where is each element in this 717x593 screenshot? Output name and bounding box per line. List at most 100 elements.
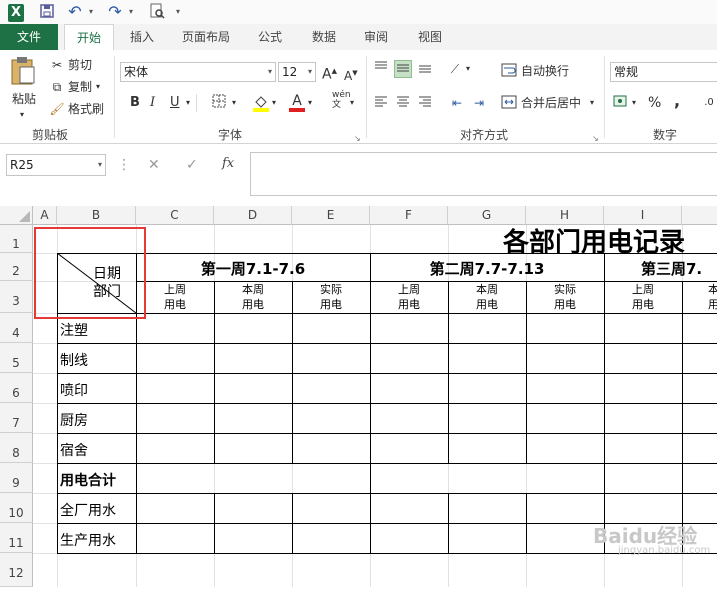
- row-header-9[interactable]: 9: [0, 463, 33, 493]
- print-preview-icon[interactable]: [148, 3, 166, 21]
- row-header-5[interactable]: 5: [0, 343, 33, 373]
- column-header-j[interactable]: [682, 206, 717, 225]
- wrap-text-icon[interactable]: [500, 62, 518, 80]
- customize-toolbar-icon[interactable]: ▾: [172, 3, 184, 21]
- cancel-icon[interactable]: ✕: [148, 156, 160, 174]
- formula-input[interactable]: [250, 152, 717, 196]
- quick-access-toolbar: X ↶ ▾ ↷ ▾ ▾: [0, 0, 717, 24]
- row-header-11[interactable]: 11: [0, 523, 33, 553]
- redo-icon[interactable]: ↷: [106, 3, 124, 21]
- align-right-icon[interactable]: [416, 94, 434, 112]
- undo-icon[interactable]: ↶: [66, 3, 84, 21]
- column-header-f[interactable]: F: [370, 206, 448, 225]
- table-border: [57, 373, 717, 374]
- column-header-b[interactable]: B: [57, 206, 136, 225]
- merge-center-button[interactable]: 合并后居中: [521, 94, 581, 112]
- row-header-3[interactable]: 3: [0, 281, 33, 313]
- grow-font-icon[interactable]: A▲: [322, 62, 337, 84]
- percent-style-button[interactable]: %: [648, 94, 661, 112]
- tab-page-layout[interactable]: 页面布局: [174, 24, 238, 50]
- tab-file[interactable]: 文件: [0, 24, 58, 50]
- tab-data[interactable]: 数据: [302, 24, 346, 50]
- last-week-usage-header: 上周 用电: [164, 283, 186, 311]
- name-box[interactable]: R25 ▾: [6, 154, 106, 176]
- copy-icon[interactable]: ⧉: [48, 78, 66, 96]
- increase-decimal-icon[interactable]: .0: [700, 94, 717, 112]
- column-header-c[interactable]: C: [136, 206, 214, 225]
- cut-button[interactable]: 剪切: [68, 56, 92, 74]
- accounting-format-icon[interactable]: [612, 94, 630, 112]
- align-top-icon[interactable]: [372, 60, 390, 78]
- last-week-usage-header: 上周 用电: [398, 283, 420, 311]
- select-all-corner[interactable]: [0, 206, 33, 225]
- worksheet-grid[interactable]: 日期 部门 各部门用电记录 第一周7.1-7.6 第二周7.7-7.13 第三周…: [33, 225, 717, 587]
- merge-center-icon[interactable]: [500, 94, 518, 112]
- italic-button[interactable]: I: [150, 94, 155, 112]
- formula-bar-grip-icon: ⋮: [117, 157, 131, 173]
- align-bottom-icon[interactable]: [416, 60, 434, 78]
- accounting-dropdown-icon[interactable]: ▾: [632, 94, 636, 112]
- row-header-10[interactable]: 10: [0, 493, 33, 523]
- insert-function-icon[interactable]: fx: [222, 155, 234, 173]
- format-painter-icon[interactable]: 🖌: [48, 100, 66, 118]
- copy-dropdown-icon[interactable]: ▾: [96, 78, 100, 96]
- comma-style-button[interactable]: ,: [674, 92, 680, 110]
- tab-view[interactable]: 视图: [408, 24, 452, 50]
- font-color-icon[interactable]: A: [288, 92, 306, 112]
- align-center-icon[interactable]: [394, 94, 412, 112]
- this-week-usage-header-partial-2: 用: [708, 298, 717, 311]
- tab-insert[interactable]: 插入: [120, 24, 164, 50]
- dept-cell: 制线: [60, 353, 88, 369]
- shrink-font-icon[interactable]: A▼: [344, 64, 358, 85]
- orientation-dropdown-icon[interactable]: ▾: [466, 60, 470, 78]
- row-header-4[interactable]: 4: [0, 313, 33, 343]
- row-header-2[interactable]: 2: [0, 253, 33, 281]
- save-icon[interactable]: [38, 3, 56, 21]
- tab-review[interactable]: 审阅: [354, 24, 398, 50]
- enter-icon[interactable]: ✓: [186, 156, 198, 174]
- underline-button[interactable]: U: [170, 94, 180, 112]
- row-header-6[interactable]: 6: [0, 373, 33, 403]
- font-name-select[interactable]: 宋体 ▾: [120, 62, 276, 82]
- column-header-d[interactable]: D: [214, 206, 292, 225]
- phonetic-guide-icon[interactable]: wén 文: [332, 90, 351, 110]
- borders-icon[interactable]: [210, 94, 228, 112]
- align-left-icon[interactable]: [372, 94, 390, 112]
- paste-icon[interactable]: [10, 56, 40, 90]
- underline-dropdown-icon[interactable]: ▾: [186, 94, 190, 112]
- orientation-icon[interactable]: ⟋: [446, 60, 464, 78]
- cut-icon[interactable]: ✂: [48, 56, 66, 74]
- increase-indent-icon[interactable]: ⇥: [470, 94, 488, 112]
- production-water-cell: 生产用水: [60, 533, 116, 549]
- format-painter-button[interactable]: 格式刷: [68, 100, 104, 118]
- fill-color-icon[interactable]: [252, 94, 270, 112]
- column-header-e[interactable]: E: [292, 206, 370, 225]
- tab-formulas[interactable]: 公式: [250, 24, 290, 50]
- row-header-8[interactable]: 8: [0, 433, 33, 463]
- number-format-select[interactable]: 常规: [610, 62, 717, 82]
- borders-dropdown-icon[interactable]: ▾: [232, 94, 236, 112]
- undo-dropdown-icon[interactable]: ▾: [86, 3, 96, 21]
- week-3-header: 第三周7.: [641, 260, 703, 278]
- baidu-watermark-url: jingyan.baidu.com: [618, 545, 711, 556]
- bold-button[interactable]: B: [130, 94, 140, 112]
- copy-button[interactable]: 复制: [68, 78, 92, 96]
- merge-dropdown-icon[interactable]: ▾: [590, 94, 594, 112]
- fill-color-dropdown-icon[interactable]: ▾: [272, 94, 276, 112]
- phonetic-dropdown-icon[interactable]: ▾: [350, 94, 354, 112]
- paste-dropdown-icon[interactable]: ▾: [20, 106, 24, 124]
- align-middle-icon[interactable]: [394, 60, 412, 78]
- tab-home[interactable]: 开始: [64, 24, 114, 50]
- row-header-1[interactable]: 1: [0, 225, 33, 253]
- formula-bar: R25 ▾ ⋮ ✕ ✓ fx: [0, 144, 717, 206]
- redo-dropdown-icon[interactable]: ▾: [126, 3, 136, 21]
- font-color-dropdown-icon[interactable]: ▾: [308, 94, 312, 112]
- font-size-select[interactable]: 12 ▾: [278, 62, 316, 82]
- column-header-a[interactable]: A: [33, 206, 57, 225]
- decrease-indent-icon[interactable]: ⇤: [448, 94, 466, 112]
- row-header-12[interactable]: 12: [0, 553, 33, 587]
- wrap-text-button[interactable]: 自动换行: [521, 62, 569, 80]
- row-header-7[interactable]: 7: [0, 403, 33, 433]
- dept-cell: 注塑: [60, 323, 88, 339]
- excel-logo-icon: X: [8, 4, 24, 22]
